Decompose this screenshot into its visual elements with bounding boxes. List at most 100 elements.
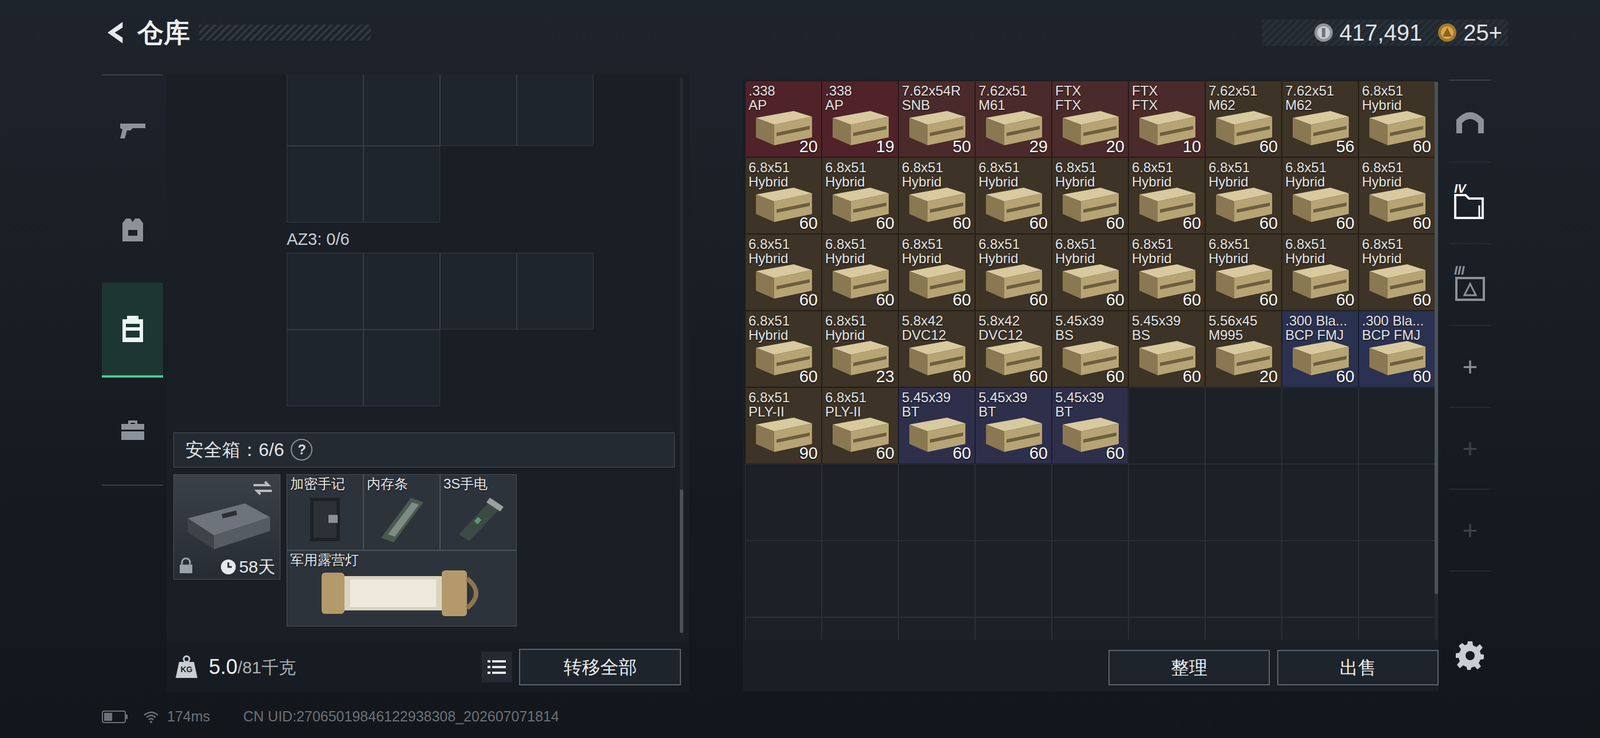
ammo-cell[interactable]: FTXFTX10 [1128,80,1206,158]
list-button[interactable] [481,651,513,683]
ammo-cell[interactable]: 6.8x51Hybrid60 [1205,234,1282,311]
empty-slot[interactable] [1205,540,1282,618]
sell-button[interactable]: 出售 [1277,650,1439,686]
rig-slot[interactable] [440,74,517,146]
empty-slot[interactable] [821,617,899,640]
rig-slot[interactable] [286,329,364,407]
ammo-cell[interactable]: 5.45x39BS60 [1051,310,1129,388]
ammo-cell[interactable]: 6.8x51Hybrid60 [745,157,822,235]
gold-amount[interactable]: 25+ [1463,21,1503,45]
ammo-cell[interactable]: .300 Bla...BCP FMJ60 [1358,310,1436,388]
rig-slot[interactable] [516,74,594,146]
empty-slot[interactable] [821,464,899,541]
ammo-cell[interactable]: .300 Bla...BCP FMJ60 [1281,310,1359,388]
empty-slot[interactable] [1128,464,1206,541]
ammo-cell[interactable]: 5.8x42DVC1260 [975,310,1052,388]
ammo-cell[interactable]: 7.62x54RSNB50 [898,80,976,158]
empty-slot[interactable] [898,540,976,618]
empty-slot[interactable] [1051,540,1129,618]
empty-slot[interactable] [1128,540,1206,618]
ammo-cell[interactable]: 6.8x51PLY-II90 [745,387,822,465]
empty-slot[interactable] [1051,464,1129,541]
empty-slot[interactable] [1281,464,1359,541]
ammo-cell[interactable]: 6.8x51Hybrid60 [1051,157,1129,235]
secure-item[interactable]: 3S手电 [440,474,517,551]
empty-slot[interactable] [898,617,976,640]
rig-slot[interactable] [363,74,441,146]
rig-slot[interactable] [286,74,364,146]
ammo-cell[interactable]: 6.8x51Hybrid60 [821,234,899,311]
ammo-cell[interactable]: .338AP19 [821,80,899,158]
ammo-cell[interactable]: FTXFTX20 [1051,80,1129,158]
secure-container[interactable]: 58天 [173,474,281,580]
sidebar-item[interactable] [101,282,164,378]
rail-item[interactable] [1448,80,1492,163]
ammo-cell[interactable]: 7.62x51M6129 [975,80,1052,158]
rig-slot[interactable] [440,252,517,330]
empty-slot[interactable] [898,464,976,541]
empty-slot[interactable] [975,617,1052,640]
empty-slot[interactable] [745,464,822,541]
rig-slot[interactable] [286,252,364,330]
empty-slot[interactable] [1205,387,1282,465]
empty-slot[interactable] [1128,617,1206,640]
stash-scrollbar[interactable] [1434,81,1439,640]
empty-slot[interactable] [745,617,822,640]
rail-item[interactable]: III [1448,244,1492,327]
ammo-cell[interactable]: 5.45x39BT60 [1051,387,1129,465]
secure-item[interactable]: 加密手记 [286,474,364,551]
help-button[interactable]: ? [290,438,313,461]
ammo-cell[interactable]: 6.8x51Hybrid60 [745,310,822,388]
ammo-cell[interactable]: 6.8x51Hybrid60 [1358,234,1436,311]
ammo-cell[interactable]: 6.8x51Hybrid60 [1205,157,1282,235]
empty-slot[interactable] [1051,617,1129,640]
ammo-cell[interactable]: 5.45x39BT60 [898,387,976,465]
rig-slot[interactable] [286,145,364,223]
empty-slot[interactable] [1281,617,1359,640]
ammo-cell[interactable]: 6.8x51Hybrid60 [745,234,822,311]
ammo-cell[interactable]: 5.56x45M99520 [1205,310,1282,388]
empty-slot[interactable] [1358,540,1436,618]
empty-slot[interactable] [1358,387,1436,465]
empty-slot[interactable] [745,540,822,618]
rig-slot[interactable] [363,145,441,223]
empty-slot[interactable] [1358,617,1436,640]
ammo-cell[interactable]: 5.8x42DVC1260 [898,310,976,388]
sidebar-item[interactable] [101,80,164,181]
ammo-cell[interactable]: 6.8x51Hybrid60 [1128,234,1206,311]
ammo-cell[interactable]: 6.8x51Hybrid60 [821,157,899,235]
sort-button[interactable]: 整理 [1108,650,1270,686]
sidebar-item[interactable] [101,180,164,281]
ammo-cell[interactable]: 5.45x39BT60 [975,387,1052,465]
ammo-cell[interactable]: 6.8x51Hybrid60 [1281,234,1359,311]
empty-slot[interactable] [1128,387,1206,465]
rig-slot[interactable] [363,252,441,330]
ammo-cell[interactable]: 6.8x51Hybrid60 [1358,80,1436,158]
secure-item[interactable]: 军用露营灯 [286,550,517,627]
ammo-cell[interactable]: 6.8x51Hybrid60 [975,234,1052,311]
gear-icon[interactable] [1455,640,1485,671]
rig-slot[interactable] [363,329,441,407]
empty-slot[interactable] [1358,464,1436,541]
ammo-cell[interactable]: .338AP20 [745,80,822,158]
ammo-cell[interactable]: 6.8x51Hybrid60 [975,157,1052,235]
rail-item[interactable]: IV [1448,162,1492,245]
empty-slot[interactable] [1281,387,1359,465]
ammo-cell[interactable]: 7.62x51M6260 [1205,80,1282,158]
ammo-cell[interactable]: 6.8x51Hybrid60 [898,157,976,235]
ammo-cell[interactable]: 6.8x51Hybrid60 [1281,157,1359,235]
ammo-cell[interactable]: 5.45x39BS60 [1128,310,1206,388]
scrollbar[interactable] [679,77,684,633]
empty-slot[interactable] [821,540,899,618]
sidebar-item[interactable] [101,379,164,481]
swap-icon[interactable] [251,479,275,497]
transfer-all-button[interactable]: 转移全部 [519,648,681,686]
empty-slot[interactable] [975,464,1052,541]
rail-item[interactable]: + [1448,326,1492,409]
ammo-cell[interactable]: 7.62x51M6256 [1281,80,1359,158]
ammo-cell[interactable]: 6.8x51Hybrid60 [1128,157,1206,235]
empty-slot[interactable] [975,540,1052,618]
empty-slot[interactable] [1281,540,1359,618]
rig-slot[interactable] [516,252,594,330]
ammo-cell[interactable]: 6.8x51Hybrid60 [898,234,976,311]
